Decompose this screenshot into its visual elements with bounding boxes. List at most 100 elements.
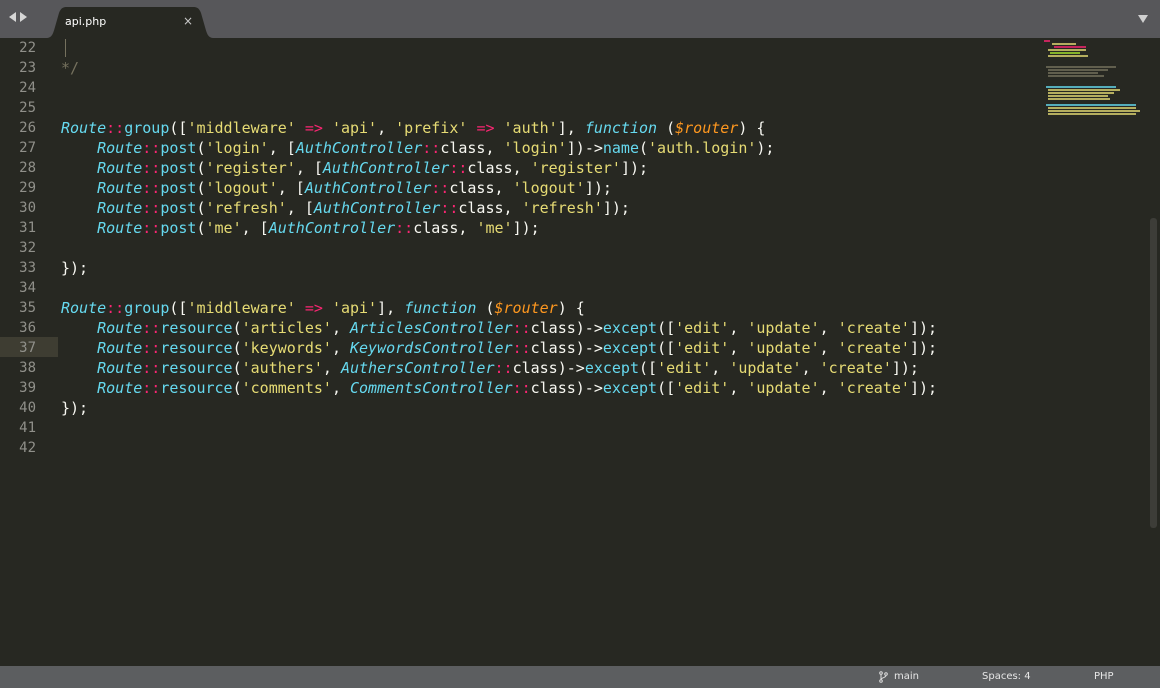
code-token: :: — [142, 339, 161, 357]
code-line[interactable]: Route::post('login', [AuthController::cl… — [61, 138, 774, 158]
code-token: $router — [494, 299, 558, 317]
close-icon[interactable]: × — [182, 14, 194, 28]
chevron-down-icon[interactable] — [1138, 15, 1148, 23]
code-token: -> — [584, 139, 603, 157]
code-token: Route — [97, 159, 143, 177]
code-line[interactable]: }); — [61, 258, 88, 278]
code-token: 'edit' — [675, 339, 730, 357]
code-token: , [ — [295, 159, 323, 177]
line-number: 37 — [19, 340, 36, 356]
line-number: 35 — [19, 300, 36, 316]
code-token: 'api' — [331, 119, 378, 137]
minimap-stroke — [1048, 92, 1114, 94]
indentation-setting[interactable]: Spaces: 4 — [982, 670, 1031, 684]
code-line[interactable]: Route::group(['middleware' => 'api', 'pr… — [61, 118, 765, 138]
code-token: post — [160, 159, 197, 177]
editor-area[interactable]: 22 23 24 25 26 27 28 29 30 31 32 33 34 35 36 37 38 39 40 41… — [0, 38, 1160, 666]
code-token: :: — [395, 219, 414, 237]
line-number: 26 — [19, 120, 36, 136]
code-line[interactable]: Route::post('register', [AuthController:… — [61, 158, 648, 178]
code-token: 'edit' — [675, 379, 730, 397]
code-line[interactable]: Route::resource('keywords', KeywordsCont… — [61, 338, 937, 358]
code-token: post — [160, 219, 197, 237]
code-token: $router — [675, 119, 739, 137]
code-token: 'authers' — [241, 359, 323, 377]
tab-api-php[interactable]: api.php × — [46, 7, 214, 38]
line-number: 33 — [19, 260, 36, 276]
line-number: 29 — [19, 180, 36, 196]
tab-bar: api.php × — [0, 0, 1160, 38]
code-token: , — [512, 159, 531, 177]
code-token: ([ — [169, 119, 188, 137]
minimap-stroke — [1054, 46, 1086, 48]
code-token: :: — [142, 359, 161, 377]
code-token: :: — [431, 179, 450, 197]
code-token: )-> — [557, 359, 585, 377]
line-number: 27 — [19, 140, 36, 156]
code-token: Route — [97, 319, 143, 337]
code-line[interactable]: */ — [61, 58, 79, 78]
left-arrow-icon[interactable] — [9, 12, 16, 22]
minimap-stroke — [1048, 89, 1120, 91]
code-line[interactable]: }); — [61, 398, 88, 418]
code-line[interactable]: Route::resource('comments', CommentsCont… — [61, 378, 937, 398]
line-number: 25 — [19, 100, 36, 116]
code-line[interactable]: Route::post('logout', [AuthController::c… — [61, 178, 612, 198]
code-token: Route — [61, 299, 107, 317]
code-token: ([ — [169, 299, 188, 317]
line-number: 42 — [19, 440, 36, 456]
code-token: ( — [196, 139, 206, 157]
code-token: group — [124, 299, 170, 317]
code-token: :: — [142, 179, 161, 197]
code-line[interactable]: Route::post('refresh', [AuthController::… — [61, 198, 630, 218]
vertical-scrollbar[interactable] — [1150, 218, 1157, 528]
minimap[interactable] — [1044, 38, 1150, 128]
code-token: :: — [142, 199, 161, 217]
code-line[interactable]: Route::resource('authers', AuthersContro… — [61, 358, 919, 378]
code-token: ]) — [566, 139, 585, 157]
code-token: ([ — [657, 319, 676, 337]
code-token: ( — [196, 159, 206, 177]
tab-title: api.php — [65, 15, 107, 28]
code-token: ( — [232, 379, 242, 397]
code-token: ); — [756, 139, 775, 157]
code-token: 'logout' — [512, 179, 585, 197]
code-token: 'edit' — [657, 359, 712, 377]
minimap-stroke — [1048, 75, 1104, 77]
code-token: resource — [160, 339, 233, 357]
code-token: ([ — [657, 339, 676, 357]
code-token: , — [331, 339, 350, 357]
code-token: :: — [512, 339, 531, 357]
code-token: )-> — [575, 339, 603, 357]
code-line[interactable]: Route::post('me', [AuthController::class… — [61, 218, 540, 238]
branch-name[interactable]: main — [894, 670, 919, 684]
minimap-stroke — [1048, 98, 1110, 100]
code-view[interactable]: */Route::group(['middleware' => 'api', '… — [61, 38, 1061, 666]
code-line[interactable]: Route::group(['middleware' => 'api'], fu… — [61, 298, 585, 318]
code-token: , — [485, 139, 504, 157]
code-token: ]); — [620, 159, 649, 177]
right-arrow-icon[interactable] — [20, 12, 27, 22]
code-token: class — [512, 359, 558, 377]
syntax-mode[interactable]: PHP — [1094, 670, 1114, 684]
code-token: , [ — [241, 219, 269, 237]
minimap-stroke — [1044, 40, 1050, 42]
code-token: ArticlesController — [350, 319, 513, 337]
code-line[interactable]: Route::resource('articles', ArticlesCont… — [61, 318, 937, 338]
code-token: 'create' — [837, 379, 910, 397]
code-token: ]); — [512, 219, 540, 237]
code-token: 'refresh' — [205, 199, 287, 217]
code-token: CommentsController — [350, 379, 513, 397]
line-number: 23 — [19, 60, 36, 76]
code-token: AuthController — [304, 179, 432, 197]
code-token: post — [160, 139, 197, 157]
minimap-stroke — [1046, 104, 1136, 106]
code-token: , — [729, 379, 748, 397]
line-number: 38 — [19, 360, 36, 376]
